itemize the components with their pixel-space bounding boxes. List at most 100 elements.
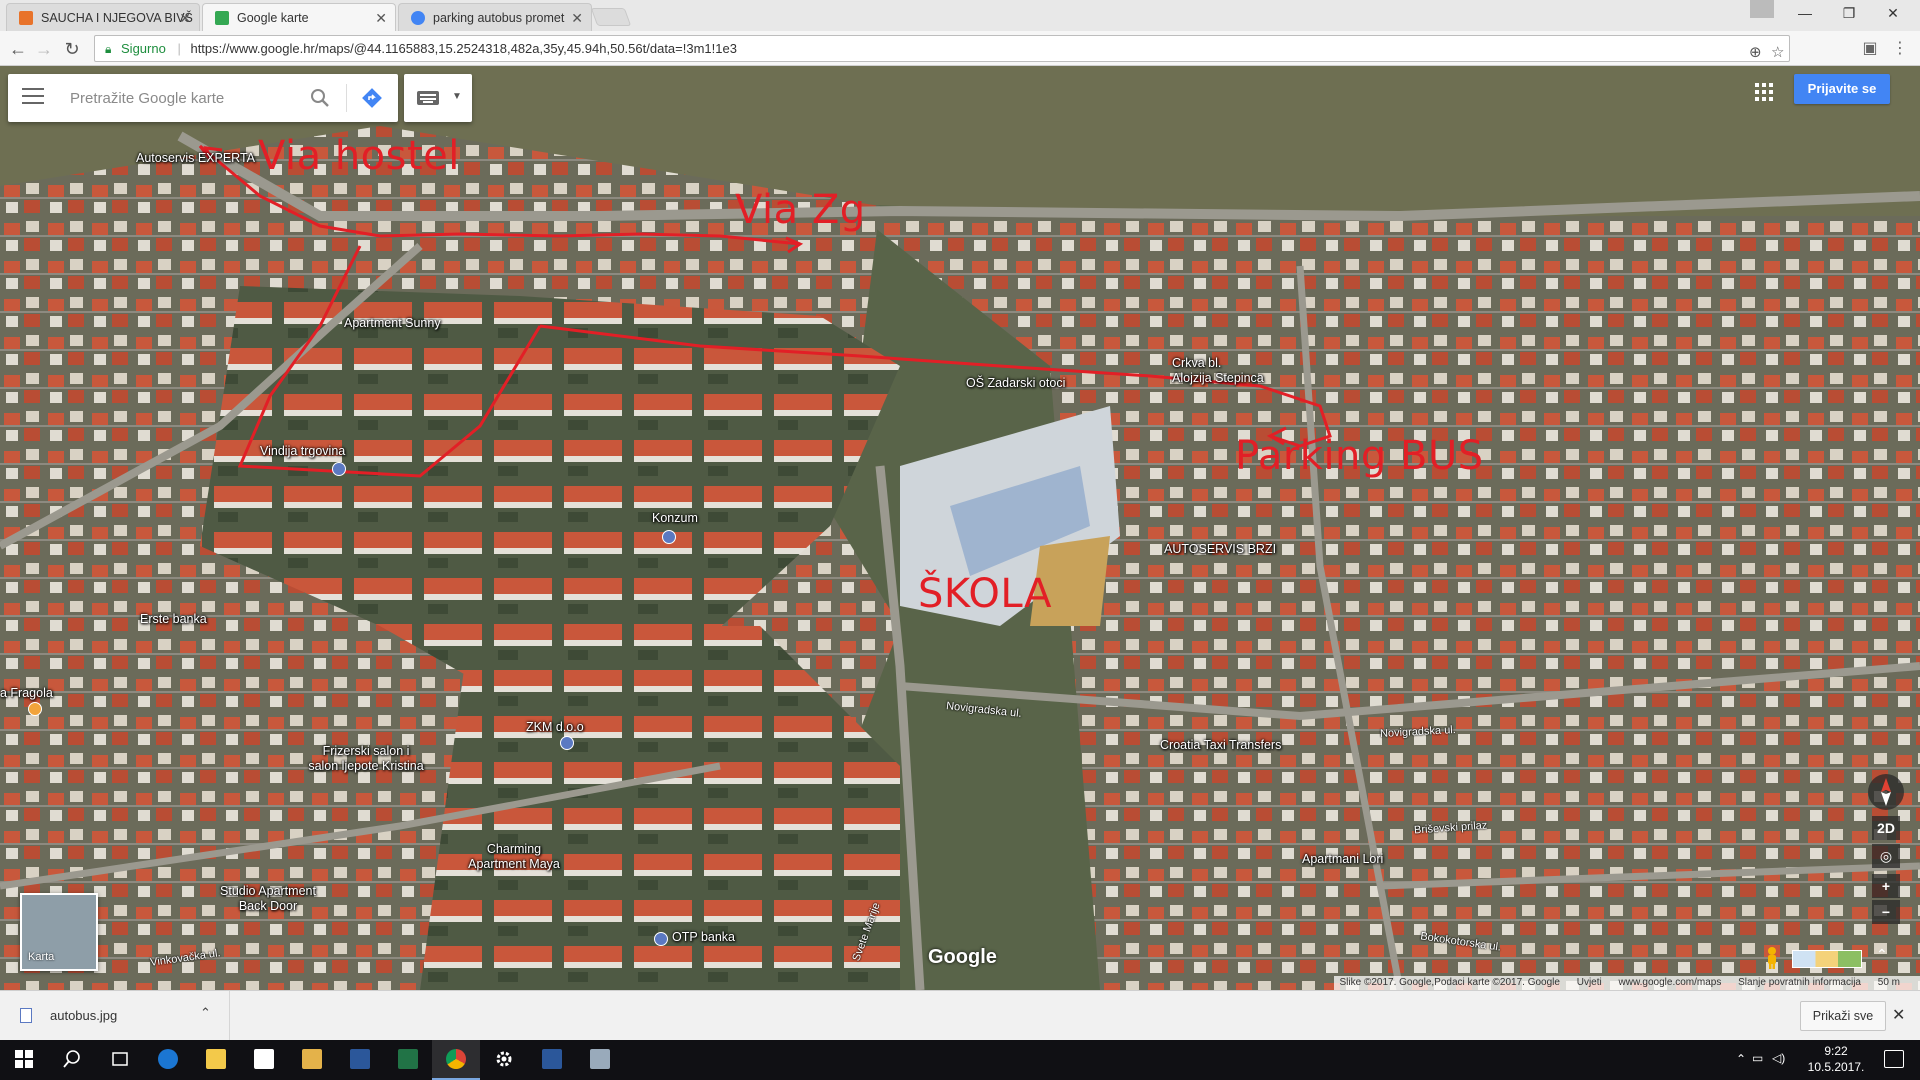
chevron-up-icon[interactable]: ⌃ [200,1005,211,1021]
profile-icon[interactable] [1750,0,1774,18]
maximize-button[interactable]: ❐ [1826,0,1872,26]
annotation-skola: ŠKOLA [918,571,1052,617]
restaurant-pin-icon[interactable] [28,702,42,716]
download-filename: autobus.jpg [50,1008,118,1023]
toggle-2d-button[interactable]: 2D [1872,816,1900,840]
poi-vindija-trgovina[interactable]: Vindija trgovina [260,444,345,459]
extension-icon[interactable]: ▣ [1860,39,1880,59]
close-icon[interactable]: ✕ [375,4,387,31]
poi-autoservis-brzi[interactable]: AUTOSERVIS BRZI [1164,542,1276,557]
map-canvas[interactable]: Via hostel Via Zg Parking BUS ŠKOLA Auto… [0,66,1920,990]
apps-grid-icon[interactable] [1755,83,1773,101]
chrome-menu-icon[interactable]: ⋮ [1890,39,1910,59]
shopping-pin-icon[interactable] [662,530,676,544]
clock[interactable]: 9:22 10.5.2017. [1800,1043,1872,1075]
maps-url-link[interactable]: www.google.com/maps [1619,977,1722,988]
app-button[interactable] [576,1040,624,1080]
search-button[interactable] [48,1040,96,1080]
feedback-link[interactable]: Slanje povratnih informacija [1738,977,1861,988]
back-arrow-icon[interactable]: ← [6,37,30,61]
poi-otp-banka[interactable]: OTP banka [672,930,735,945]
start-button[interactable] [0,1040,48,1080]
poi-croatia-taxi[interactable]: Croatia Taxi Transfers [1160,738,1281,753]
folder-icon [206,1049,226,1069]
app-icon [590,1049,610,1069]
close-icon[interactable]: ✕ [571,4,583,31]
tab-saucha[interactable]: SAUCHA I NJEGOVA BIVŠ ✕ [6,3,200,31]
forward-arrow-icon[interactable]: → [32,37,56,61]
browser-toolbar: ← → ↻ 🔒︎ Sigurno | https://www.google.hr… [0,31,1920,66]
windows-logo-icon [15,1050,33,1068]
poi-erste-banka[interactable]: Erste banka [140,612,207,627]
download-item[interactable]: autobus.jpg ⌃ [0,991,230,1041]
reload-icon[interactable]: ↻ [60,37,84,61]
location-target-icon[interactable]: ⊕ [1749,40,1762,65]
poi-zkm[interactable]: ZKM d.o.o [526,720,584,735]
volume-icon[interactable]: ◁) [1772,1051,1785,1065]
poi-charming-apartment[interactable]: Charming Apartment Maya [468,842,560,872]
chevron-up-icon[interactable]: ⌃ [1876,946,1888,963]
tab-title: Google karte [237,11,309,25]
store-button[interactable] [240,1040,288,1080]
tab-strip: SAUCHA I NJEGOVA BIVŠ ✕ Google karte ✕ p… [0,0,1920,31]
shopping-pin-icon[interactable] [560,736,574,750]
pegman-icon[interactable] [1762,946,1782,970]
settings-button[interactable] [480,1040,528,1080]
lock-icon: 🔒︎ [105,42,112,56]
poi-fragola[interactable]: a Fragola [0,686,53,701]
zoom-in-button[interactable]: + [1872,874,1900,898]
directions-icon[interactable] [360,86,384,110]
bookmark-star-icon[interactable]: ☆ [1771,40,1784,65]
folder-icon [302,1049,322,1069]
poi-apartment-sunny[interactable]: Apartment Sunny [344,316,441,331]
poi-frizerski-salon[interactable]: Frizerski salon i salon ljepote Kristina [308,744,423,774]
chevron-up-icon[interactable]: ⌃ [1736,1052,1746,1066]
minimize-button[interactable]: — [1782,0,1828,26]
zoom-out-button[interactable]: − [1872,900,1900,924]
close-icon[interactable]: ✕ [179,4,191,31]
close-icon[interactable]: ✕ [1892,1005,1905,1025]
compass-icon[interactable] [1868,774,1904,810]
poi-apartmani-lori[interactable]: Apartmani Lori [1302,852,1383,867]
chevron-down-icon[interactable]: ▼ [452,91,462,102]
imagery-layers-strip[interactable] [1792,950,1862,968]
tab-parking[interactable]: parking autobus promet ✕ [398,3,592,31]
tab-google-maps[interactable]: Google karte ✕ [202,3,396,31]
poi-autoservis-experta[interactable]: Autoservis EXPERTA [136,151,255,166]
edge-button[interactable] [144,1040,192,1080]
chrome-button[interactable] [432,1040,480,1080]
annotation-via-zg: Via Zg [735,187,866,233]
network-icon[interactable]: ▭ [1752,1051,1763,1065]
word-icon [542,1049,562,1069]
explorer-button[interactable] [192,1040,240,1080]
word-button[interactable] [336,1040,384,1080]
files-button[interactable] [288,1040,336,1080]
hamburger-menu-icon[interactable] [22,88,44,108]
poi-studio-apartment[interactable]: Studio Apartment Back Door [220,884,316,914]
new-tab-button[interactable] [590,8,632,26]
excel-button[interactable] [384,1040,432,1080]
keyboard-icon[interactable] [416,89,440,107]
annotation-parking-bus: Parking BUS [1235,433,1484,479]
notifications-icon[interactable] [1884,1050,1904,1068]
address-bar[interactable]: 🔒︎ Sigurno | https://www.google.hr/maps/… [94,35,1790,62]
terms-link[interactable]: Uvjeti [1577,977,1602,988]
task-view-button[interactable] [96,1040,144,1080]
search-icon[interactable] [308,86,332,110]
poi-os-zadarski-otoci[interactable]: OŠ Zadarski otoci [966,376,1065,391]
sign-in-button[interactable]: Prijavite se [1794,74,1890,104]
map-layer-toggle[interactable]: Karta [20,893,98,971]
show-all-button[interactable]: Prikaži sve [1800,1001,1886,1031]
bank-pin-icon[interactable] [654,932,668,946]
my-location-icon[interactable]: ◎ [1872,844,1900,868]
shopping-pin-icon[interactable] [332,462,346,476]
poi-konzum[interactable]: Konzum [652,511,698,526]
downloads-bar: autobus.jpg ⌃ Prikaži sve ✕ [0,990,1920,1041]
word-doc-button[interactable] [528,1040,576,1080]
window-close-button[interactable]: ✕ [1870,0,1916,26]
store-icon [254,1049,274,1069]
search-input[interactable] [70,84,300,112]
scale-bar[interactable]: 50 m [1878,977,1900,988]
poi-crkva[interactable]: Crkva bl. Alojzija Stepinca [1172,356,1264,386]
tab-title: parking autobus promet [433,11,565,25]
